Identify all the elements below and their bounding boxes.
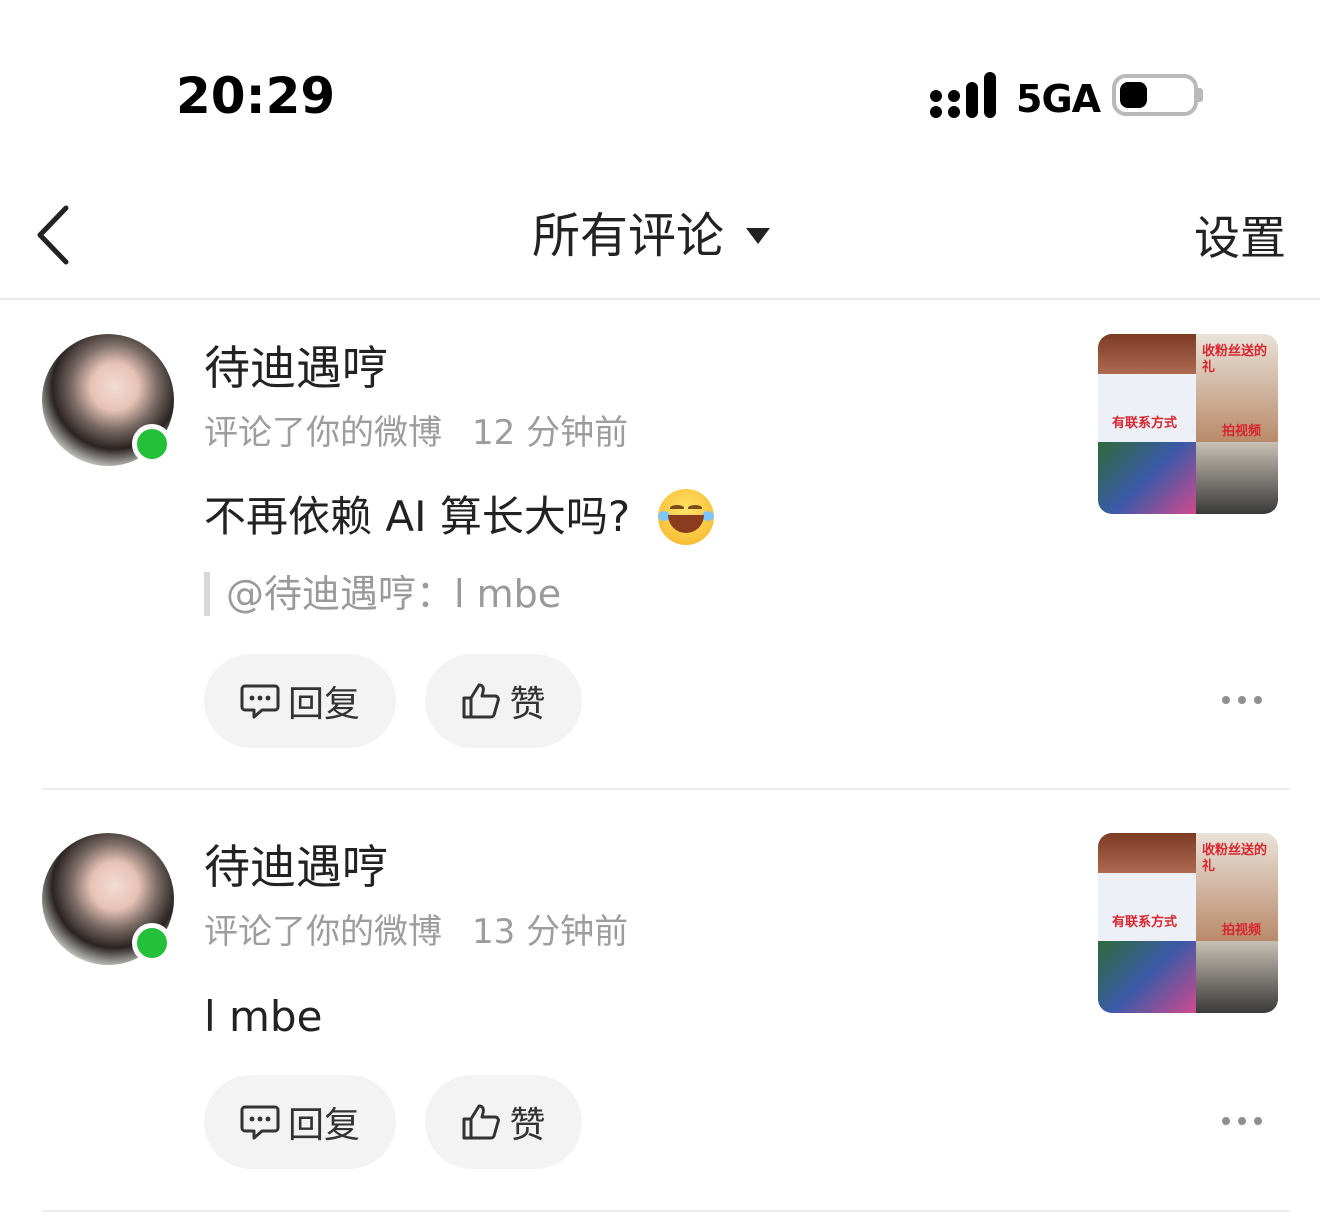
quoted-comment[interactable]: @待迪遇哼：l mbe	[204, 572, 561, 616]
divider	[42, 1210, 1290, 1212]
comment-icon	[240, 684, 280, 719]
thumb-caption: 有联系方式	[1112, 416, 1178, 431]
filter-dropdown[interactable]: 所有评论	[532, 204, 771, 268]
thumb-caption: 有联系方式	[1112, 915, 1178, 930]
reply-button[interactable]: 回复	[204, 654, 396, 748]
thumb-caption: 收粉丝送的礼	[1202, 843, 1268, 874]
caret-down-icon	[746, 228, 771, 244]
reply-label: 回复	[287, 1105, 360, 1146]
back-button[interactable]	[30, 202, 80, 268]
like-button[interactable]: 赞	[425, 1075, 582, 1169]
comment-time: 12 分钟前	[472, 413, 629, 453]
post-thumbnail[interactable]: 收粉丝送的礼 有联系方式 拍视频	[1098, 833, 1278, 1013]
online-status-dot	[132, 424, 172, 464]
comment-body: 不再依赖 AI 算长大吗?	[204, 488, 715, 546]
comment-icon	[240, 1105, 280, 1140]
thumb-caption: 收粉丝送的礼	[1202, 344, 1268, 375]
divider	[42, 788, 1290, 790]
nav-bar: 所有评论 设置	[0, 180, 1320, 300]
comment-meta: 评论了你的微博 12 分钟前	[204, 410, 628, 456]
like-button[interactable]: 赞	[425, 654, 582, 748]
page-title: 所有评论	[532, 208, 725, 264]
reply-button[interactable]: 回复	[204, 1075, 396, 1169]
status-time: 20:29	[176, 67, 336, 125]
user-name[interactable]: 待迪遇哼	[204, 837, 388, 897]
like-label: 赞	[509, 1105, 546, 1146]
avatar-container	[42, 833, 174, 965]
settings-button[interactable]: 设置	[1194, 208, 1286, 268]
thumb-caption: 拍视频	[1222, 424, 1262, 439]
comment-meta: 评论了你的微博 13 分钟前	[204, 909, 628, 955]
comment-body: l mbe	[204, 988, 322, 1046]
notifications-comments-page: 20:29 5GA 所有评论 设置 待迪遇哼 评论了你的微博 12 分钟前 不再…	[0, 0, 1320, 1219]
more-options-button[interactable]	[1222, 1111, 1262, 1131]
laughing-tears-emoji-icon	[658, 489, 715, 545]
battery-icon	[1112, 74, 1198, 116]
comment-text: l mbe	[204, 992, 323, 1041]
signal-icon	[930, 72, 996, 118]
thumbs-up-icon	[462, 1104, 501, 1140]
like-label: 赞	[509, 684, 546, 725]
user-name[interactable]: 待迪遇哼	[204, 338, 388, 398]
post-thumbnail[interactable]: 收粉丝送的礼 有联系方式 拍视频	[1098, 334, 1278, 514]
network-label: 5GA	[1016, 77, 1101, 121]
avatar-container	[42, 334, 174, 466]
comment-action: 评论了你的微博	[204, 413, 442, 453]
chevron-left-icon	[37, 205, 69, 265]
comment-action: 评论了你的微博	[204, 912, 442, 952]
thumbs-up-icon	[462, 683, 501, 719]
online-status-dot	[132, 923, 172, 963]
comment-text: 不再依赖 AI 算长大吗?	[204, 492, 631, 541]
comment-time: 13 分钟前	[472, 912, 629, 952]
more-options-button[interactable]	[1222, 690, 1262, 710]
thumb-caption: 拍视频	[1222, 923, 1262, 938]
reply-label: 回复	[287, 684, 360, 725]
